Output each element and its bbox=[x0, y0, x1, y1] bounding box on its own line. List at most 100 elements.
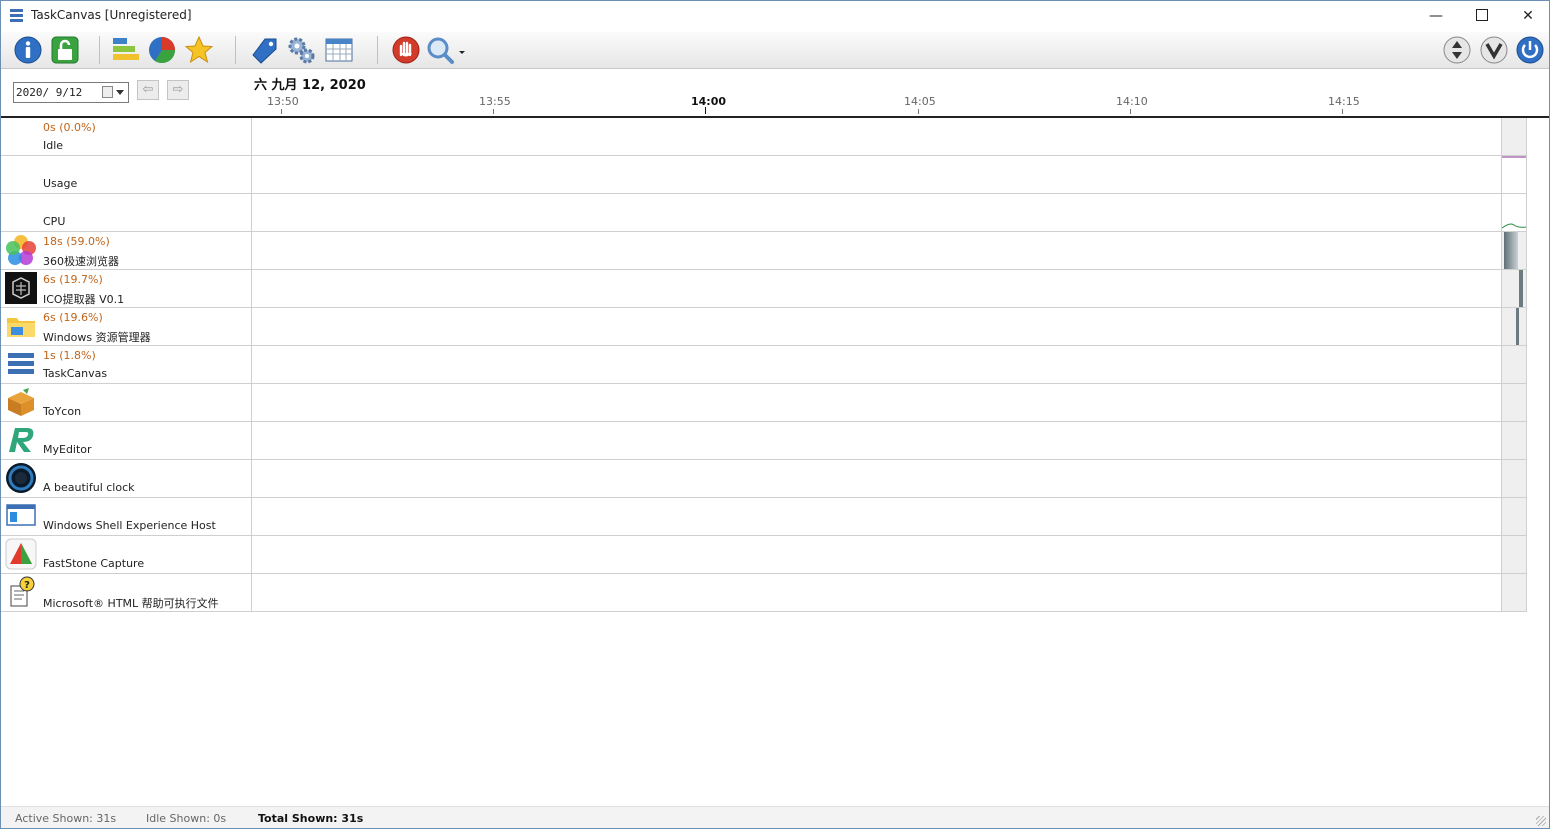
row-activity-column bbox=[1501, 232, 1527, 269]
toolbar-separator bbox=[99, 36, 100, 64]
maximize-icon bbox=[1476, 8, 1488, 21]
app-menu-icon[interactable] bbox=[10, 9, 23, 22]
row-timeline bbox=[252, 536, 1501, 573]
row-name: A beautiful clock bbox=[43, 481, 135, 494]
row-label: 1s (1.8%) TaskCanvas bbox=[1, 346, 252, 383]
row-name: ToYcon bbox=[43, 405, 82, 418]
row-activity-column bbox=[1501, 574, 1527, 611]
row-name: 360极速浏览器 bbox=[43, 255, 119, 268]
date-picker-value: 2020/ 9/12 bbox=[16, 86, 83, 99]
timeline-row-usage[interactable]: Usage bbox=[1, 156, 1527, 194]
cpu-trace bbox=[1501, 223, 1527, 229]
toolbar-separator bbox=[235, 36, 236, 64]
activity-bar bbox=[1519, 270, 1523, 307]
row-name: Idle bbox=[43, 139, 64, 152]
row-timeline bbox=[252, 498, 1501, 535]
ico-extractor-icon bbox=[5, 272, 37, 304]
search-icon[interactable] bbox=[425, 35, 469, 65]
row-timeline bbox=[252, 460, 1501, 497]
row-activity-column bbox=[1501, 422, 1527, 459]
maximize-button[interactable] bbox=[1459, 1, 1505, 31]
time-tick: 14:10 bbox=[1116, 95, 1148, 108]
folder-icon bbox=[7, 318, 35, 337]
timeline-row-app[interactable]: MyEditor bbox=[1, 422, 1527, 460]
time-tick: 13:50 bbox=[267, 95, 299, 108]
timeline-row-idle[interactable]: 0s (0.0%) Idle bbox=[1, 118, 1527, 159]
toolbar-separator bbox=[377, 36, 378, 64]
row-activity-column bbox=[1501, 118, 1527, 159]
settings-icon[interactable] bbox=[286, 35, 316, 65]
timeline-row-app[interactable]: 6s (19.7%) ICO提取器 V0.1 bbox=[1, 270, 1527, 308]
timeline-row-app[interactable]: 18s (59.0%) 360极速浏览器 bbox=[1, 232, 1527, 270]
row-label: ? Microsoft® HTML 帮助可执行文件 bbox=[1, 574, 252, 611]
row-name: ICO提取器 V0.1 bbox=[43, 293, 125, 306]
stop-hand-icon[interactable] bbox=[391, 35, 421, 65]
window-title: TaskCanvas [Unregistered] bbox=[31, 8, 192, 22]
row-name: CPU bbox=[43, 215, 66, 228]
power-icon[interactable] bbox=[1515, 35, 1545, 65]
timeline-row-cpu[interactable]: CPU bbox=[1, 194, 1527, 232]
row-timeline bbox=[252, 194, 1501, 231]
toolbar bbox=[1, 32, 1549, 69]
window-icon bbox=[6, 504, 36, 526]
prev-day-button[interactable]: ⇦ bbox=[137, 80, 159, 100]
row-name: TaskCanvas bbox=[43, 367, 108, 380]
tick-mark bbox=[918, 109, 919, 114]
row-timeline bbox=[252, 422, 1501, 459]
idle-shown: Idle Shown: 0s bbox=[146, 812, 227, 825]
activity-bar bbox=[1504, 232, 1518, 269]
date-picker[interactable]: 2020/ 9/12 bbox=[13, 82, 129, 103]
close-button[interactable]: ✕ bbox=[1505, 1, 1549, 31]
row-timeline bbox=[252, 156, 1501, 193]
timeline-row-app[interactable]: ? Microsoft® HTML 帮助可执行文件 bbox=[1, 574, 1527, 612]
tag-icon[interactable] bbox=[249, 35, 279, 65]
row-name: Windows 资源管理器 bbox=[43, 331, 151, 344]
calendar-table-icon[interactable] bbox=[324, 35, 354, 65]
row-activity-column bbox=[1501, 194, 1527, 231]
browser-360-icon bbox=[6, 235, 36, 265]
timeline-row-app[interactable]: Windows Shell Experience Host bbox=[1, 498, 1527, 536]
minimize-button[interactable]: — bbox=[1413, 1, 1459, 31]
box-icon bbox=[8, 388, 34, 416]
row-timeline bbox=[252, 308, 1501, 345]
row-timeline bbox=[252, 270, 1501, 307]
resize-grip-icon[interactable] bbox=[1536, 816, 1546, 826]
row-timeline bbox=[252, 384, 1501, 421]
row-label: Windows Shell Experience Host bbox=[1, 498, 252, 535]
taskcanvas-icon bbox=[8, 353, 34, 374]
row-label: 6s (19.6%) Windows 资源管理器 bbox=[1, 308, 252, 345]
status-bar: Active Shown: 31s Idle Shown: 0s Total S… bbox=[1, 806, 1549, 828]
star-icon[interactable] bbox=[184, 35, 214, 65]
unlock-icon[interactable] bbox=[50, 35, 80, 65]
row-timeline bbox=[252, 574, 1501, 611]
row-activity-column bbox=[1501, 384, 1527, 421]
time-tick-major: 14:00 bbox=[691, 95, 727, 108]
row-stat: 0s (0.0%) bbox=[43, 121, 96, 134]
timeline-row-app[interactable]: A beautiful clock bbox=[1, 460, 1527, 498]
sort-up-down-icon[interactable] bbox=[1442, 35, 1472, 65]
row-name: FastStone Capture bbox=[43, 557, 145, 570]
calendar-icon bbox=[102, 86, 113, 98]
clock-icon bbox=[6, 463, 36, 493]
timeline-row-app[interactable]: FastStone Capture bbox=[1, 536, 1527, 574]
row-label: 6s (19.7%) ICO提取器 V0.1 bbox=[1, 270, 252, 307]
chevron-down-icon[interactable] bbox=[1479, 35, 1509, 65]
editor-r-icon bbox=[9, 428, 34, 452]
timeline-row-app[interactable]: ToYcon bbox=[1, 384, 1527, 422]
next-day-button[interactable]: ⇨ bbox=[167, 80, 189, 100]
stack-icon[interactable] bbox=[111, 35, 141, 65]
pie-chart-icon[interactable] bbox=[147, 35, 177, 65]
row-activity-column bbox=[1501, 536, 1527, 573]
tick-mark bbox=[1342, 109, 1343, 114]
help-file-icon: ? bbox=[10, 576, 35, 607]
row-label: 0s (0.0%) Idle bbox=[1, 118, 252, 155]
timeline-row-app[interactable]: 1s (1.8%) TaskCanvas bbox=[1, 346, 1527, 384]
idle-trace bbox=[1502, 157, 1526, 159]
row-label: Usage bbox=[1, 156, 252, 193]
usage-trace bbox=[1502, 156, 1526, 158]
row-label: CPU bbox=[1, 194, 252, 231]
timeline-row-app[interactable]: 6s (19.6%) Windows 资源管理器 bbox=[1, 308, 1527, 346]
time-tick: 13:55 bbox=[479, 95, 511, 108]
info-icon[interactable] bbox=[13, 35, 43, 65]
total-shown: Total Shown: 31s bbox=[258, 812, 364, 825]
